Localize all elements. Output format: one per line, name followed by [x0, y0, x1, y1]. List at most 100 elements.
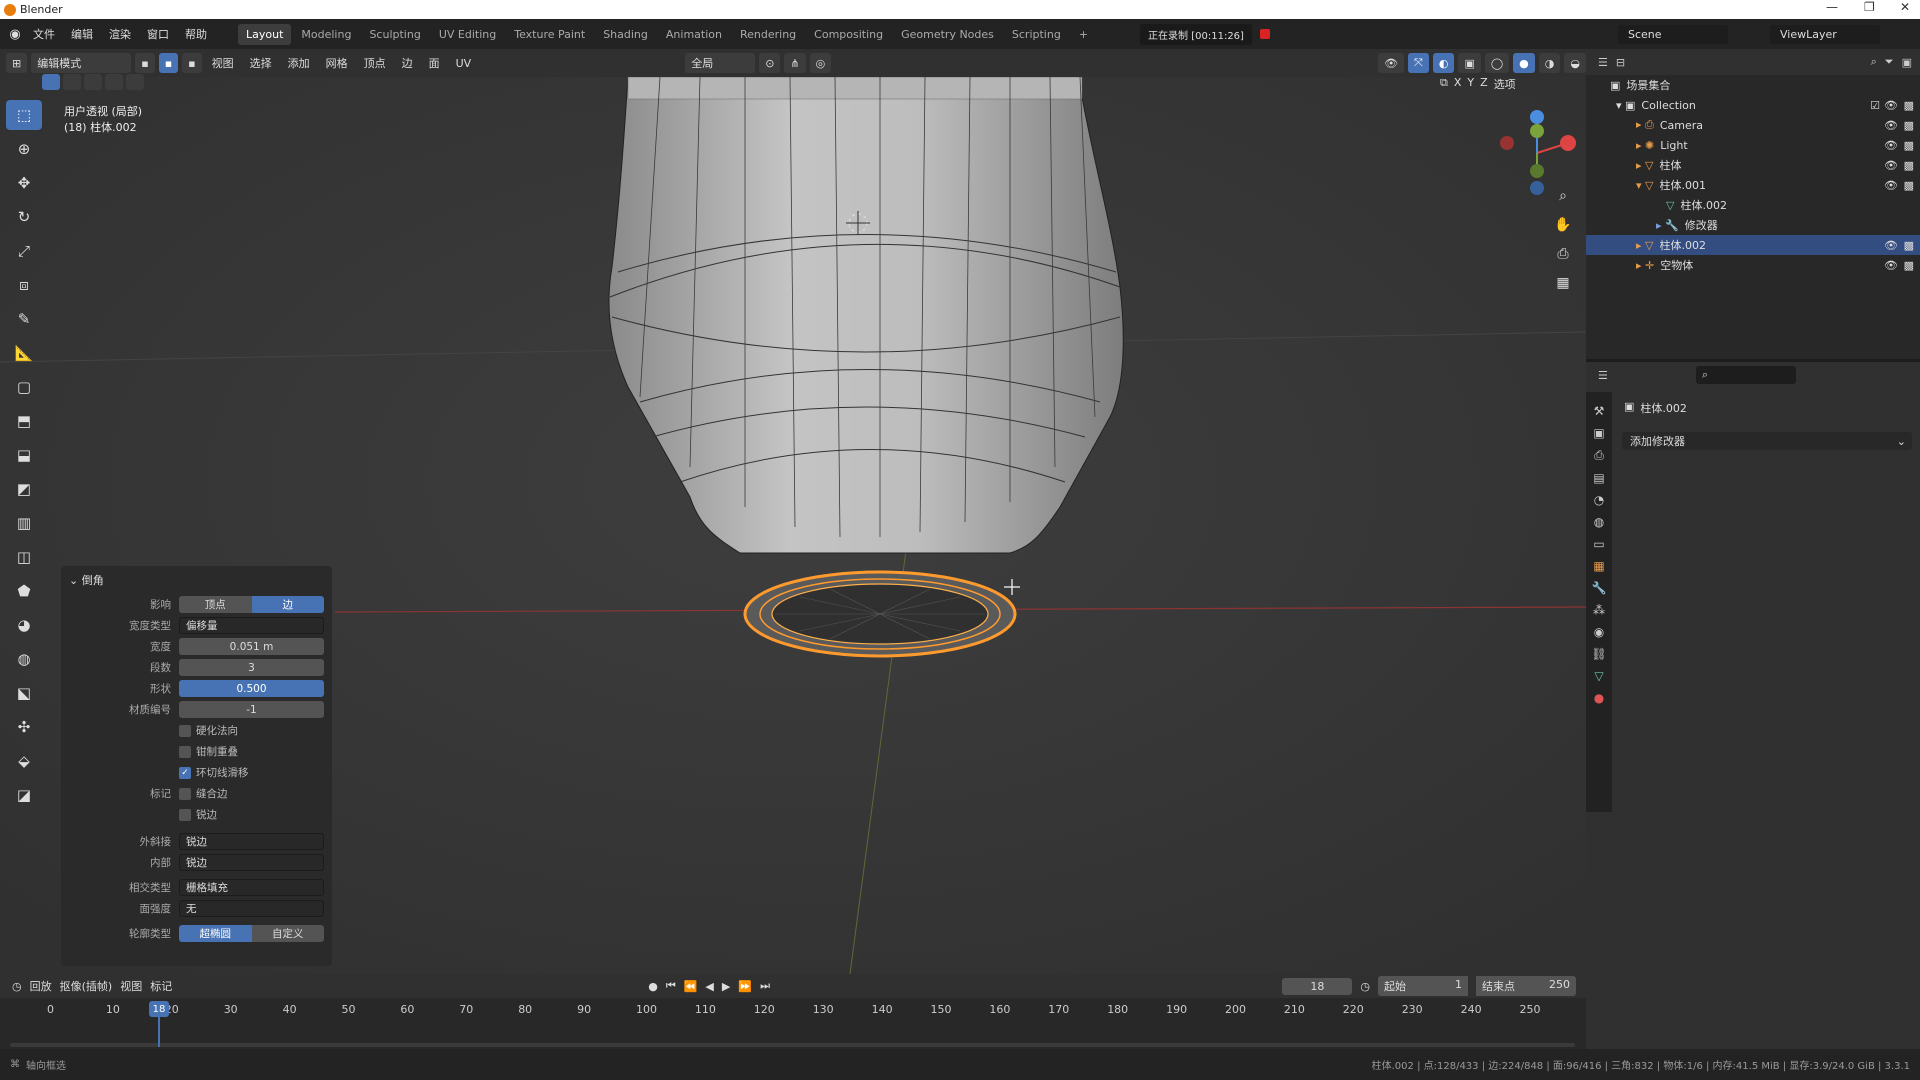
- harden-normals-checkbox[interactable]: 硬化法向: [179, 723, 238, 738]
- solid-shading-icon[interactable]: ●: [1513, 53, 1535, 73]
- edge-select-icon[interactable]: ▪: [158, 53, 179, 73]
- menu-vertex[interactable]: 顶点: [358, 53, 392, 73]
- zoom-icon[interactable]: ⌕: [1550, 183, 1576, 209]
- bevel-tool-icon[interactable]: ◩: [6, 474, 42, 504]
- select-invert-icon[interactable]: [105, 74, 123, 90]
- outliner-editor-icon[interactable]: ☰: [1598, 56, 1608, 69]
- eye-icon[interactable]: 👁: [1884, 119, 1898, 132]
- editor-type-icon[interactable]: ⊞: [6, 53, 28, 73]
- annotate-tool-icon[interactable]: ✎: [6, 304, 42, 334]
- mark-sharp-checkbox[interactable]: 锐边: [179, 807, 217, 822]
- gizmo-toggle-icon[interactable]: ⤧: [1408, 53, 1429, 73]
- affect-edges-option[interactable]: 边: [251, 596, 324, 613]
- clamp-overlap-checkbox[interactable]: 钳制重叠: [179, 744, 238, 759]
- view-layer-tab-icon[interactable]: ▤: [1593, 471, 1604, 485]
- jump-end-icon[interactable]: ⏭: [760, 979, 770, 993]
- timeline-editor-icon[interactable]: ◷: [12, 980, 22, 993]
- loop-cut-tool-icon[interactable]: ▥: [6, 508, 42, 538]
- eye-icon[interactable]: 👁: [1884, 139, 1898, 152]
- scene-tab-icon[interactable]: ◔: [1594, 493, 1604, 507]
- current-frame-field[interactable]: 18: [1282, 977, 1353, 995]
- profile-custom-option[interactable]: 自定义: [251, 925, 324, 942]
- tab-rendering[interactable]: Rendering: [732, 24, 804, 45]
- tab-uv-editing[interactable]: UV Editing: [431, 24, 504, 45]
- select-box-tool-icon[interactable]: ⬚: [6, 100, 42, 130]
- transform-orientation-selector[interactable]: 全局: [685, 53, 756, 73]
- collection-tab-icon[interactable]: ▭: [1593, 537, 1604, 551]
- mirror-icon[interactable]: ⧉: [1440, 76, 1448, 92]
- xray-icon[interactable]: ▣: [1458, 53, 1481, 73]
- filter-icon[interactable]: ⏷: [1885, 55, 1894, 69]
- scale-tool-icon[interactable]: ⤢: [6, 236, 42, 266]
- options-menu[interactable]: 选项: [1494, 76, 1516, 92]
- visibility-icon[interactable]: 👁: [1378, 53, 1405, 73]
- menu-help[interactable]: 帮助: [178, 23, 214, 45]
- physics-tab-icon[interactable]: ◉: [1594, 625, 1604, 639]
- add-workspace-button[interactable]: +: [1071, 24, 1096, 45]
- loop-slide-checkbox[interactable]: ✓ 环切线滑移: [179, 765, 249, 780]
- tab-shading[interactable]: Shading: [595, 24, 656, 45]
- tab-geometry-nodes[interactable]: Geometry Nodes: [893, 24, 1002, 45]
- cursor-tool-icon[interactable]: ⊕: [6, 134, 42, 164]
- tab-sculpting[interactable]: Sculpting: [361, 24, 428, 45]
- move-tool-icon[interactable]: ✥: [6, 168, 42, 198]
- render-tab-icon[interactable]: ▣: [1593, 426, 1604, 440]
- tab-modeling[interactable]: Modeling: [293, 24, 359, 45]
- eye-icon[interactable]: 👁: [1884, 239, 1898, 252]
- camera-restrict-icon[interactable]: ▩: [1904, 119, 1914, 132]
- jump-start-icon[interactable]: ⏮: [666, 979, 676, 993]
- search-icon[interactable]: ⌕: [1871, 55, 1877, 69]
- menu-face[interactable]: 面: [423, 53, 446, 73]
- tab-texture-paint[interactable]: Texture Paint: [506, 24, 593, 45]
- menu-keying[interactable]: 抠像(插帧): [60, 978, 113, 994]
- camera-restrict-icon[interactable]: ▩: [1904, 259, 1914, 272]
- rip-tool-icon[interactable]: ◪: [6, 780, 42, 810]
- menu-mesh[interactable]: 网格: [320, 53, 354, 73]
- tab-compositing[interactable]: Compositing: [806, 24, 891, 45]
- mark-seam-checkbox[interactable]: 缝合边: [179, 786, 228, 801]
- menu-window[interactable]: 窗口: [140, 23, 176, 45]
- view-layer-selector[interactable]: ViewLayer: [1770, 24, 1880, 44]
- material-tab-icon[interactable]: ●: [1594, 691, 1604, 705]
- checkbox-icon[interactable]: ☑: [1870, 99, 1880, 112]
- camera-restrict-icon[interactable]: ▩: [1904, 159, 1914, 172]
- outliner-row-cylinder-002[interactable]: ▸ ▽ 柱体.002 👁 ▩: [1586, 235, 1920, 255]
- panel-header[interactable]: ⌄ 倒角: [69, 572, 324, 588]
- measure-tool-icon[interactable]: 📐: [6, 338, 42, 368]
- outliner-row-modifiers[interactable]: ▸ 🔧 修改器: [1586, 215, 1920, 235]
- menu-marker[interactable]: 标记: [150, 978, 172, 994]
- start-frame-field[interactable]: 起始 1: [1378, 976, 1468, 996]
- outliner-row-light[interactable]: ▸ ✺ Light 👁 ▩: [1586, 135, 1920, 155]
- object-tab-icon[interactable]: ▦: [1593, 559, 1604, 573]
- ortho-toggle-icon[interactable]: ▦: [1550, 270, 1576, 296]
- menu-select[interactable]: 选择: [244, 53, 278, 73]
- smooth-tool-icon[interactable]: ◍: [6, 644, 42, 674]
- outliner-row-collection[interactable]: ▾ ▣ Collection ☑ 👁 ▩: [1586, 95, 1920, 115]
- new-collection-icon[interactable]: ▣: [1902, 56, 1912, 69]
- menu-view[interactable]: 视图: [206, 53, 240, 73]
- width-field[interactable]: 0.051 m: [179, 638, 324, 655]
- blender-menu-icon[interactable]: ◉: [6, 25, 24, 43]
- menu-edit[interactable]: 编辑: [64, 23, 100, 45]
- play-icon[interactable]: ▶: [722, 980, 730, 993]
- checkbox-icon[interactable]: [179, 745, 191, 758]
- outer-miter-dropdown[interactable]: 锐边: [179, 833, 324, 850]
- select-new-icon[interactable]: [42, 74, 60, 90]
- menu-uv[interactable]: UV: [450, 55, 478, 72]
- checkbox-icon[interactable]: [179, 808, 191, 821]
- add-cube-tool-icon[interactable]: ▢: [6, 372, 42, 402]
- add-modifier-dropdown[interactable]: 添加修改器 ⌄: [1622, 432, 1912, 450]
- checkbox-icon[interactable]: [179, 724, 191, 737]
- play-reverse-icon[interactable]: ◀: [705, 980, 713, 993]
- select-extend-icon[interactable]: [63, 74, 81, 90]
- properties-editor-icon[interactable]: ☰: [1598, 369, 1608, 382]
- eye-icon[interactable]: 👁: [1884, 179, 1898, 192]
- timeline-scrollbar[interactable]: [10, 1043, 1575, 1047]
- material-shading-icon[interactable]: ◑: [1538, 53, 1561, 73]
- face-select-icon[interactable]: ▪: [182, 53, 202, 73]
- checkmark-icon[interactable]: ✓: [179, 766, 191, 779]
- edge-slide-tool-icon[interactable]: ⬕: [6, 678, 42, 708]
- outliner-row-mesh-data[interactable]: ▽ 柱体.002: [1586, 195, 1920, 215]
- material-field[interactable]: -1: [179, 701, 324, 718]
- tab-layout[interactable]: Layout: [238, 23, 292, 45]
